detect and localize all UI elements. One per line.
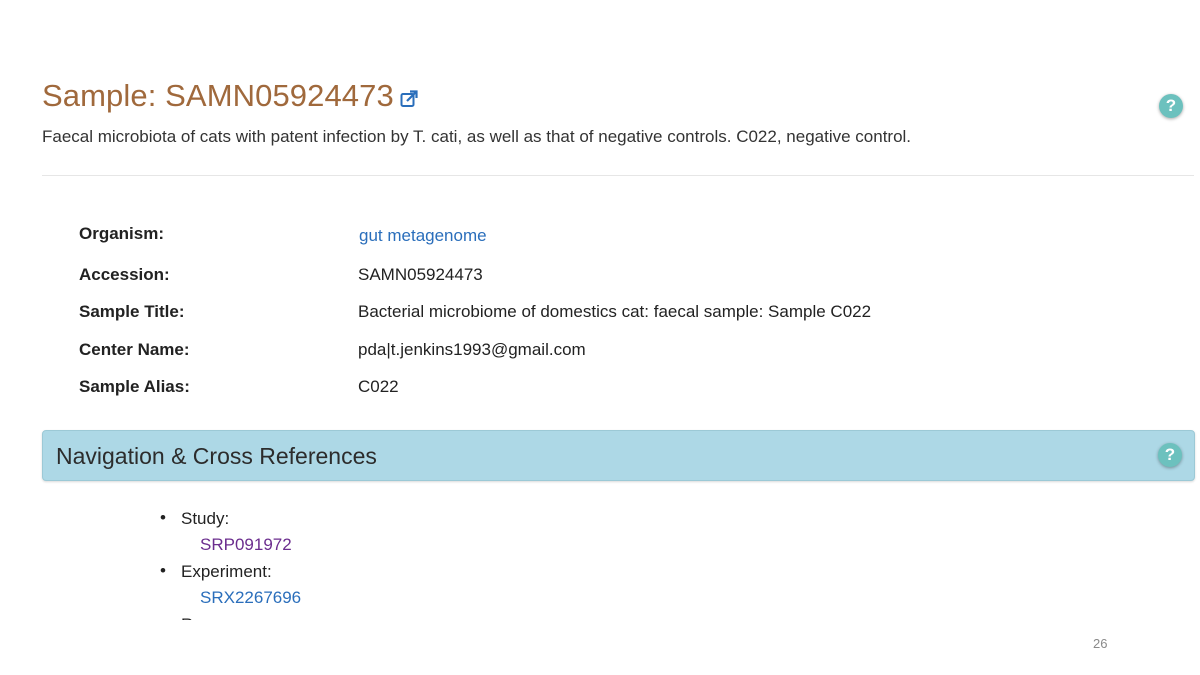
slide-page-number: 26 xyxy=(1093,636,1108,651)
attribute-label-sample-alias: Sample Alias: xyxy=(79,377,190,396)
divider xyxy=(42,175,1194,176)
sample-description: Faecal microbiota of cats with patent in… xyxy=(42,127,912,146)
navigation-panel-header: Navigation & Cross References ? xyxy=(42,430,1195,481)
xref-label-experiment: Experiment: xyxy=(181,562,272,581)
attribute-label-organism: Organism: xyxy=(79,224,165,243)
sample-title-value: Bacterial microbiome of domestics cat: f… xyxy=(358,302,872,321)
accession-value: SAMN05924473 xyxy=(358,265,483,284)
organism-link[interactable]: gut metagenome xyxy=(359,226,487,246)
attribute-label-sample-title: Sample Title: xyxy=(79,302,185,321)
list-item: Study: SRP091972 xyxy=(160,508,301,561)
list-item: R xyxy=(160,614,301,620)
center-name-value: pda|t.jenkins1993@gmail.com xyxy=(358,340,586,359)
experiment-link[interactable]: SRX2267696 xyxy=(200,583,301,613)
attribute-label-center-name: Center Name: xyxy=(79,340,190,359)
page-viewport: Sample: SAMN05924473 ? Faecal microbiota… xyxy=(0,0,1200,620)
title-row: Sample: SAMN05924473 xyxy=(42,78,418,114)
xref-label-study: Study: xyxy=(181,509,230,528)
help-icon[interactable]: ? xyxy=(1159,94,1183,118)
cross-reference-list: Study: SRP091972 Experiment: SRX2267696 … xyxy=(160,508,301,620)
attribute-label-accession: Accession: xyxy=(79,265,170,284)
xref-label-run: R xyxy=(181,614,301,620)
help-icon[interactable]: ? xyxy=(1158,443,1182,467)
list-item: Experiment: SRX2267696 xyxy=(160,561,301,614)
page-title: Sample: SAMN05924473 xyxy=(42,78,394,113)
sample-alias-value: C022 xyxy=(358,377,399,396)
external-link-icon[interactable] xyxy=(400,90,418,108)
study-link[interactable]: SRP091972 xyxy=(200,530,301,560)
navigation-panel-title: Navigation & Cross References xyxy=(56,443,377,469)
